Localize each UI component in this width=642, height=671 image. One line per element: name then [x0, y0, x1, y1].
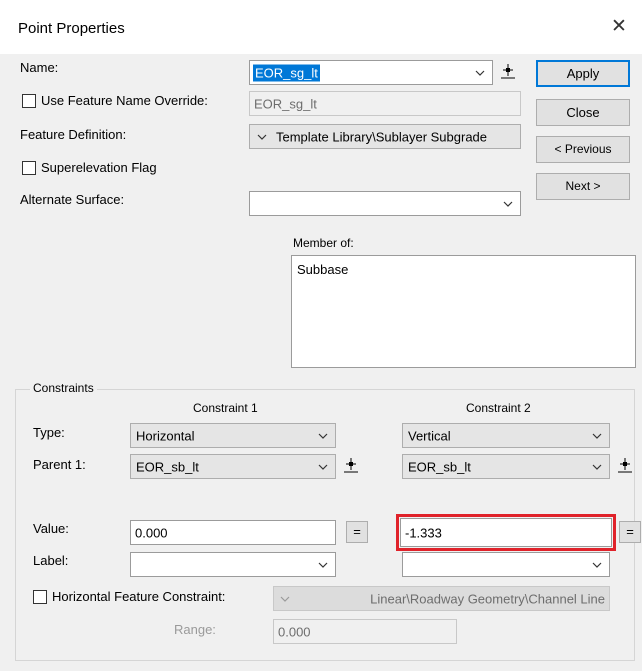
chevron-down-icon: [256, 131, 268, 146]
constraint2-label-dropdown[interactable]: [402, 552, 610, 577]
member-of-label: Member of:: [293, 236, 354, 250]
constraint2-parent-value: EOR_sb_lt: [408, 459, 471, 474]
constraint2-heading: Constraint 2: [466, 401, 531, 415]
alternate-surface-label: Alternate Surface:: [20, 192, 125, 207]
feature-definition-value: Template Library\Sublayer Subgrade: [276, 129, 488, 144]
superelevation-flag-checkbox[interactable]: [22, 161, 36, 175]
chevron-down-icon: [317, 559, 329, 571]
feature-name-override-field: EOR_sg_lt: [249, 91, 521, 116]
chevron-down-icon: [591, 430, 603, 442]
pick-point-icon[interactable]: [500, 63, 516, 79]
previous-button[interactable]: < Previous: [536, 136, 630, 163]
constraint1-equals-button[interactable]: =: [346, 521, 368, 543]
constraint1-parent-dropdown[interactable]: EOR_sb_lt: [130, 454, 336, 479]
feature-definition-dropdown[interactable]: Template Library\Sublayer Subgrade: [249, 124, 521, 149]
constraints-label: Constraints: [30, 381, 97, 395]
parent1-label: Parent 1:: [33, 457, 86, 472]
horizontal-feature-value: Linear\Roadway Geometry\Channel Line: [370, 591, 605, 606]
constraint1-heading: Constraint 1: [193, 401, 258, 415]
range-value: 0.000: [278, 624, 311, 639]
pick-parent1-icon[interactable]: [343, 457, 359, 473]
constraint1-type-value: Horizontal: [136, 428, 195, 443]
superelevation-flag-label: Superelevation Flag: [41, 160, 157, 175]
chevron-down-icon: [591, 461, 603, 473]
next-button[interactable]: Next >: [536, 173, 630, 200]
chevron-down-icon: [317, 430, 329, 442]
name-label: Name:: [20, 60, 59, 75]
chevron-down-icon: [279, 593, 291, 608]
member-of-listbox[interactable]: Subbase: [291, 255, 636, 368]
window-title: Point Properties: [18, 20, 125, 37]
use-feature-name-override-label: Use Feature Name Override:: [41, 93, 208, 108]
override-value: EOR_sg_lt: [254, 96, 317, 111]
chevron-down-icon: [317, 461, 329, 473]
constraint1-value-field[interactable]: 0.000: [130, 520, 336, 545]
horizontal-feature-dropdown: Linear\Roadway Geometry\Channel Line: [273, 586, 610, 611]
name-combobox[interactable]: EOR_sg_lt: [249, 60, 493, 85]
constraint2-equals-button[interactable]: =: [619, 521, 641, 543]
constraint2-parent-dropdown[interactable]: EOR_sb_lt: [402, 454, 610, 479]
range-field: 0.000: [273, 619, 457, 644]
horizontal-feature-constraint-checkbox[interactable]: [33, 590, 47, 604]
feature-definition-label: Feature Definition:: [20, 127, 127, 142]
use-feature-name-override-checkbox[interactable]: [22, 94, 36, 108]
constraint2-value: -1.333: [405, 525, 442, 540]
type-label: Type:: [33, 425, 65, 440]
chevron-down-icon: [502, 198, 514, 210]
value-label: Value:: [33, 521, 69, 536]
name-value: EOR_sg_lt: [253, 64, 320, 81]
range-label: Range:: [174, 622, 216, 637]
constraint1-type-dropdown[interactable]: Horizontal: [130, 423, 336, 448]
list-item[interactable]: Subbase: [297, 262, 348, 277]
constraint2-type-value: Vertical: [408, 428, 451, 443]
constraint1-label-dropdown[interactable]: [130, 552, 336, 577]
constraint1-parent-value: EOR_sb_lt: [136, 459, 199, 474]
chevron-down-icon[interactable]: [474, 67, 486, 79]
label-label: Label:: [33, 553, 69, 568]
constraint2-type-dropdown[interactable]: Vertical: [402, 423, 610, 448]
horizontal-feature-constraint-label: Horizontal Feature Constraint:: [52, 589, 226, 604]
alternate-surface-dropdown[interactable]: [249, 191, 521, 216]
apply-button[interactable]: Apply: [536, 60, 630, 87]
chevron-down-icon: [591, 559, 603, 571]
constraint1-value: 0.000: [135, 525, 168, 540]
constraint2-value-field[interactable]: -1.333: [400, 518, 612, 547]
close-icon[interactable]: ✕: [608, 16, 630, 38]
close-button[interactable]: Close: [536, 99, 630, 126]
pick-parent2-icon[interactable]: [617, 457, 633, 473]
